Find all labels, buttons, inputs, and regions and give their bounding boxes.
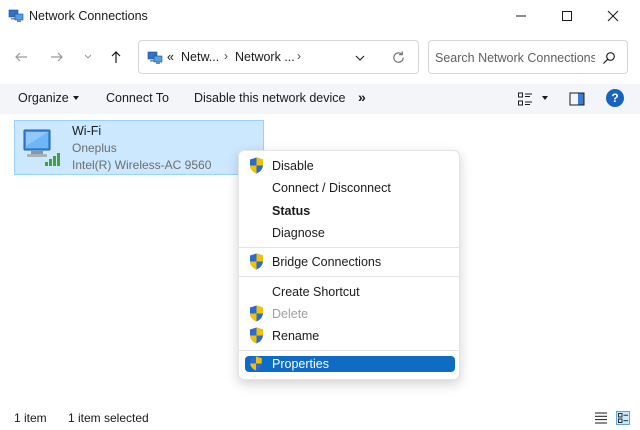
details-view-icon[interactable]: [594, 411, 608, 425]
search-input[interactable]: [435, 49, 595, 67]
connect-to-button[interactable]: Connect To: [106, 91, 169, 105]
uac-shield-icon: [250, 356, 262, 371]
tiles-view-icon[interactable]: [616, 411, 630, 425]
breadcrumb-separator[interactable]: ›: [224, 49, 228, 63]
arrow-up-icon: [111, 51, 121, 63]
close-icon: [607, 10, 619, 22]
preview-pane-icon[interactable]: [569, 91, 585, 107]
recent-locations-button[interactable]: [78, 47, 98, 67]
navigation-bar: « Netw... › Network ... ›: [0, 33, 640, 79]
command-bar: Organize Connect To Disable this network…: [0, 84, 640, 114]
caret-down-icon[interactable]: [542, 96, 548, 100]
forward-button[interactable]: [47, 47, 67, 67]
connection-device: Intel(R) Wireless-AC 9560: [72, 158, 212, 172]
window-title: Network Connections: [29, 9, 148, 23]
minimize-button[interactable]: [500, 0, 542, 32]
menu-item-label: Diagnose: [272, 226, 325, 240]
connection-name: Wi-Fi: [72, 124, 102, 138]
chevron-down-icon[interactable]: [354, 52, 366, 64]
help-icon: ?: [611, 91, 619, 105]
maximize-button[interactable]: [546, 0, 588, 32]
breadcrumb-separator[interactable]: ›: [297, 49, 301, 63]
back-button[interactable]: [11, 47, 31, 67]
refresh-icon[interactable]: [391, 50, 406, 65]
up-button[interactable]: [106, 47, 126, 67]
address-overflow[interactable]: «: [167, 50, 174, 64]
menu-item-label: Disable: [272, 159, 314, 173]
menu-item-delete: Delete: [245, 304, 455, 324]
menu-separator: [239, 276, 459, 277]
help-button[interactable]: ?: [606, 89, 624, 107]
disable-device-button[interactable]: Disable this network device: [194, 91, 345, 105]
menu-item-status[interactable]: Status: [245, 201, 455, 221]
search-box[interactable]: [428, 40, 628, 74]
menu-item-label: Bridge Connections: [272, 255, 382, 269]
menu-item-label: Properties: [272, 357, 329, 371]
menu-separator: [239, 247, 459, 248]
uac-shield-icon: [250, 327, 263, 344]
wifi-connection-item[interactable]: Wi-Fi Oneplus Intel(R) Wireless-AC 9560: [14, 120, 264, 175]
organize-menu[interactable]: Organize: [18, 91, 79, 105]
menu-item-rename[interactable]: Rename: [245, 326, 455, 346]
menu-item-label: Delete: [272, 307, 309, 321]
maximize-icon: [562, 11, 572, 21]
menu-item-connect-disconnect[interactable]: Connect / Disconnect: [245, 178, 455, 198]
address-bar[interactable]: « Netw... › Network ... ›: [138, 40, 419, 74]
organize-label: Organize: [18, 91, 69, 105]
uac-shield-icon: [250, 157, 263, 174]
more-commands-button[interactable]: »: [358, 89, 366, 105]
network-connections-icon: [147, 51, 163, 64]
selected-count: 1 item selected: [68, 411, 149, 425]
menu-item-label: Status: [272, 204, 311, 218]
network-connections-icon: [8, 9, 24, 22]
uac-shield-icon: [250, 253, 263, 270]
title-bar: Network Connections: [0, 0, 640, 33]
arrow-left-icon: [15, 52, 27, 62]
minimize-icon: [516, 15, 526, 17]
connection-network: Oneplus: [72, 141, 117, 155]
breadcrumb-item[interactable]: Netw...: [181, 50, 219, 64]
menu-item-label: Connect / Disconnect: [272, 181, 391, 195]
search-icon[interactable]: [602, 51, 616, 65]
uac-shield-icon: [250, 305, 263, 322]
close-button[interactable]: [592, 0, 634, 32]
menu-item-label: Create Shortcut: [272, 285, 360, 299]
menu-item-diagnose[interactable]: Diagnose: [245, 223, 455, 243]
arrow-right-icon: [51, 52, 63, 62]
menu-item-create-shortcut[interactable]: Create Shortcut: [245, 282, 455, 302]
item-count: 1 item: [14, 411, 47, 425]
status-bar: 1 item 1 item selected: [0, 406, 640, 430]
menu-item-label: Rename: [272, 329, 320, 343]
menu-item-properties[interactable]: Properties: [245, 356, 455, 372]
context-menu: Disable Connect / Disconnect Status Diag…: [238, 150, 460, 380]
menu-item-disable[interactable]: Disable: [245, 156, 455, 176]
view-options-icon[interactable]: [517, 91, 533, 107]
menu-item-bridge-connections[interactable]: Bridge Connections: [245, 252, 455, 272]
wireless-network-icon: [23, 129, 60, 166]
menu-separator: [239, 350, 459, 351]
caret-down-icon: [72, 95, 79, 100]
breadcrumb-item[interactable]: Network ...: [235, 50, 295, 64]
chevron-down-icon: [84, 54, 92, 59]
